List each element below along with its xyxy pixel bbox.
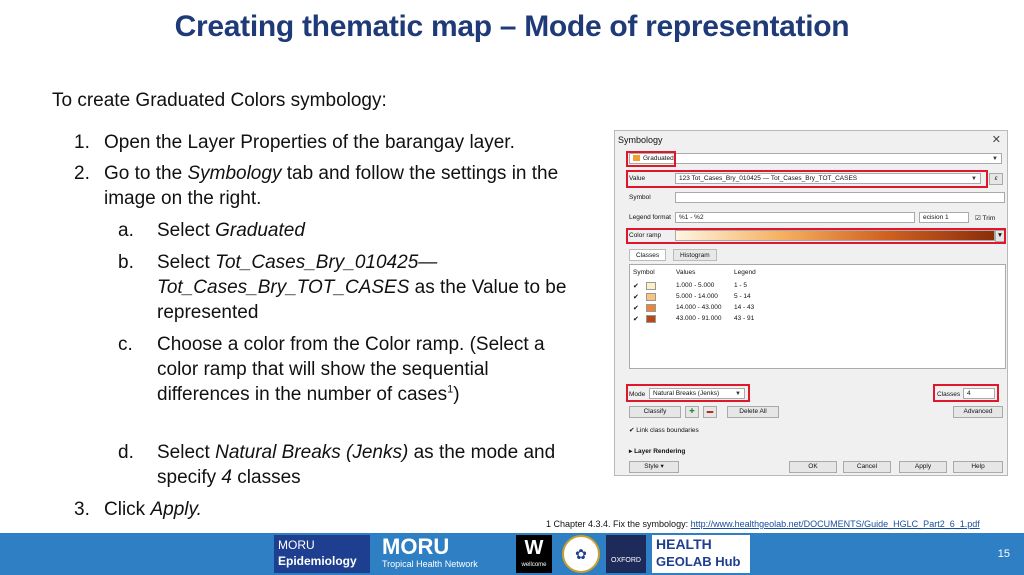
footnote: 1 Chapter 4.3.4. Fix the symbology: http… xyxy=(546,519,980,529)
class-row[interactable]: ✔ 1.000 - 5.000 1 - 5 xyxy=(630,281,780,292)
classes-highlight xyxy=(933,384,999,402)
step-text: Open the Layer Properties of the baranga… xyxy=(104,132,515,153)
renderer-select[interactable]: Graduated ▼ xyxy=(629,153,1002,164)
oxford-logo: OXFORD xyxy=(606,535,646,573)
substep-text: Choose a color from the Color ramp. (Sel… xyxy=(157,334,545,405)
layer-rendering-section[interactable]: ▸ Layer Rendering xyxy=(629,447,685,455)
advanced-button[interactable]: Advanced xyxy=(953,406,1003,418)
symbol-button[interactable] xyxy=(675,192,1005,203)
help-button[interactable]: Help xyxy=(953,461,1003,473)
footer-bar: MORU Epidemiology MORU Tropical Health Ne… xyxy=(0,533,1024,575)
tab-histogram[interactable]: Histogram xyxy=(673,249,717,261)
color-swatch xyxy=(646,315,656,323)
precision-spinbox[interactable]: ecision 1 xyxy=(919,212,969,223)
apply-button[interactable]: Apply xyxy=(899,461,947,473)
mode-highlight xyxy=(626,384,750,402)
page-number: 15 xyxy=(997,548,1010,560)
close-icon[interactable]: ✕ xyxy=(992,133,1001,146)
value-highlight xyxy=(626,170,988,188)
style-button[interactable]: Style ▾ xyxy=(629,461,679,473)
color-swatch xyxy=(646,304,656,312)
color-swatch xyxy=(646,282,656,290)
renderer-highlight xyxy=(626,151,676,167)
classify-button[interactable]: Classify xyxy=(629,406,681,418)
substep-text: Select Natural Breaks (Jenks) as the mod… xyxy=(157,442,556,488)
footnote-link[interactable]: http://www.healthgeolab.net/DOCUMENTS/Gu… xyxy=(691,519,980,529)
intro-text: To create Graduated Colors symbology: xyxy=(52,90,387,111)
remove-class-icon[interactable]: ▬ xyxy=(703,406,717,418)
substep-letter: b. xyxy=(118,252,134,273)
ok-button[interactable]: OK xyxy=(789,461,837,473)
substep-letter: a. xyxy=(118,220,134,241)
step-number: 3. xyxy=(74,499,90,520)
chevron-down-icon: ▼ xyxy=(992,156,998,162)
legend-format-label: Legend format xyxy=(629,214,671,221)
substep-text: Select Graduated xyxy=(157,220,305,241)
cancel-button[interactable]: Cancel xyxy=(843,461,891,473)
slide-title: Creating thematic map – Mode of represen… xyxy=(174,10,850,43)
substep-letter: d. xyxy=(118,442,134,463)
class-row[interactable]: ✔ 14.000 - 43.000 14 - 43 xyxy=(630,303,780,314)
substep-letter: c. xyxy=(118,334,133,355)
university-seal-logo: ✿ xyxy=(562,535,600,573)
column-header: Legend xyxy=(734,269,756,276)
delete-all-button[interactable]: Delete All xyxy=(727,406,779,418)
step-number: 1. xyxy=(74,132,90,153)
substep-text: Select Tot_Cases_Bry_010425— Tot_Cases_B… xyxy=(157,252,567,323)
checkbox-icon: ✔ xyxy=(633,294,639,301)
health-geolab-logo: HEALTH GEOLAB Hub xyxy=(652,535,750,573)
step-text: Go to the Symbology tab and follow the s… xyxy=(104,163,559,209)
checkbox-icon: ✔ xyxy=(633,305,639,312)
step-text: Click Apply. xyxy=(104,499,202,520)
link-boundaries-checkbox[interactable]: ✔ Link class boundaries xyxy=(629,426,699,434)
color-swatch xyxy=(646,293,656,301)
dialog-title: Symbology xyxy=(618,135,663,145)
column-header: Values xyxy=(676,269,696,276)
expression-button[interactable]: ε xyxy=(989,173,1003,185)
step-number: 2. xyxy=(74,163,90,184)
symbol-label: Symbol xyxy=(629,194,651,201)
symbology-dialog: Symbology ✕ Graduated ▼ Value 123 Tot_Cas… xyxy=(614,130,1008,476)
slide: Creating thematic map – Mode of represen… xyxy=(0,0,1024,575)
legend-format-input[interactable]: %1 - %2 xyxy=(675,212,915,223)
class-row[interactable]: ✔ 43.000 - 91.000 43 - 91 xyxy=(630,314,780,325)
moru-epidemiology-logo: MORU Epidemiology xyxy=(274,535,370,573)
moru-logo: MORU Tropical Health Network xyxy=(378,535,498,573)
column-header: Symbol xyxy=(633,269,655,276)
checkbox-icon: ✔ xyxy=(633,316,639,323)
checkbox-icon: ✔ xyxy=(633,283,639,290)
classes-list[interactable]: Symbol Values Legend ✔ 1.000 - 5.000 1 - … xyxy=(629,264,1006,369)
add-class-icon[interactable]: ✚ xyxy=(685,406,699,418)
color-ramp-highlight xyxy=(626,228,1006,244)
wellcome-logo: W wellcome xyxy=(516,535,552,573)
trim-checkbox[interactable]: ☑ Trim xyxy=(975,214,995,222)
tab-classes[interactable]: Classes xyxy=(629,249,667,261)
class-row[interactable]: ✔ 5.000 - 14.000 5 - 14 xyxy=(630,292,780,303)
